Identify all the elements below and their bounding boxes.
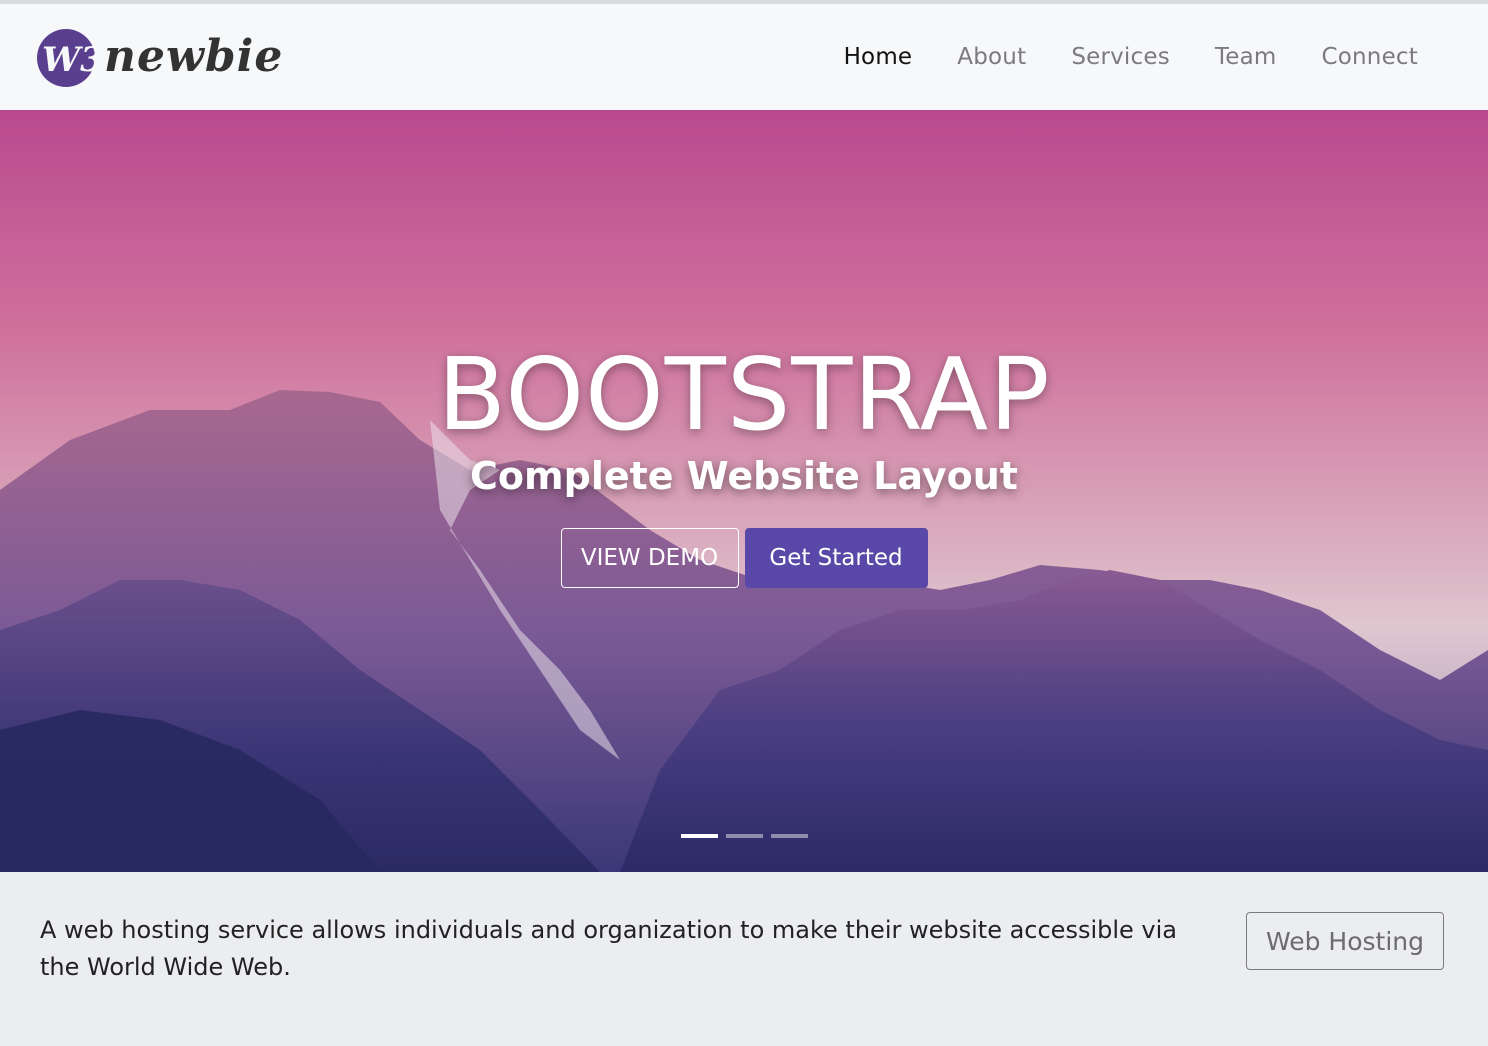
brand-logo-icon: W3 bbox=[37, 29, 98, 87]
brand-name: newbie bbox=[104, 31, 284, 82]
hero-carousel: BOOTSTRAP Complete Website Layout VIEW D… bbox=[0, 110, 1488, 872]
carousel-indicator-1[interactable] bbox=[680, 834, 718, 838]
web-hosting-button[interactable]: Web Hosting bbox=[1246, 912, 1444, 970]
nav-menu: Home About Services Team Connect bbox=[799, 44, 1418, 70]
jumbotron-text: A web hosting service allows individuals… bbox=[40, 916, 1177, 981]
carousel-indicator-2[interactable] bbox=[725, 834, 763, 838]
hero-caption: BOOTSTRAP Complete Website Layout VIEW D… bbox=[0, 340, 1488, 588]
carousel-indicator-3[interactable] bbox=[770, 834, 808, 838]
jumbotron: A web hosting service allows individuals… bbox=[0, 872, 1488, 1046]
get-started-button[interactable]: Get Started bbox=[744, 527, 928, 588]
view-demo-button[interactable]: VIEW DEMO bbox=[560, 527, 739, 588]
svg-text:W3: W3 bbox=[42, 40, 98, 80]
nav-team[interactable]: Team bbox=[1215, 44, 1277, 70]
nav-about[interactable]: About bbox=[957, 44, 1026, 70]
brand-logo-link[interactable]: W3 newbie bbox=[34, 25, 283, 89]
navbar: W3 newbie Home About Services Team Conne… bbox=[0, 4, 1488, 110]
nav-home[interactable]: Home bbox=[844, 44, 913, 70]
nav-connect[interactable]: Connect bbox=[1322, 44, 1419, 70]
carousel-indicators bbox=[0, 834, 1488, 838]
nav-services[interactable]: Services bbox=[1071, 44, 1170, 70]
hero-button-group: VIEW DEMO Get Started bbox=[0, 527, 1488, 588]
hero-title: BOOTSTRAP bbox=[437, 336, 1051, 453]
hero-subtitle: Complete Website Layout bbox=[470, 454, 1018, 498]
